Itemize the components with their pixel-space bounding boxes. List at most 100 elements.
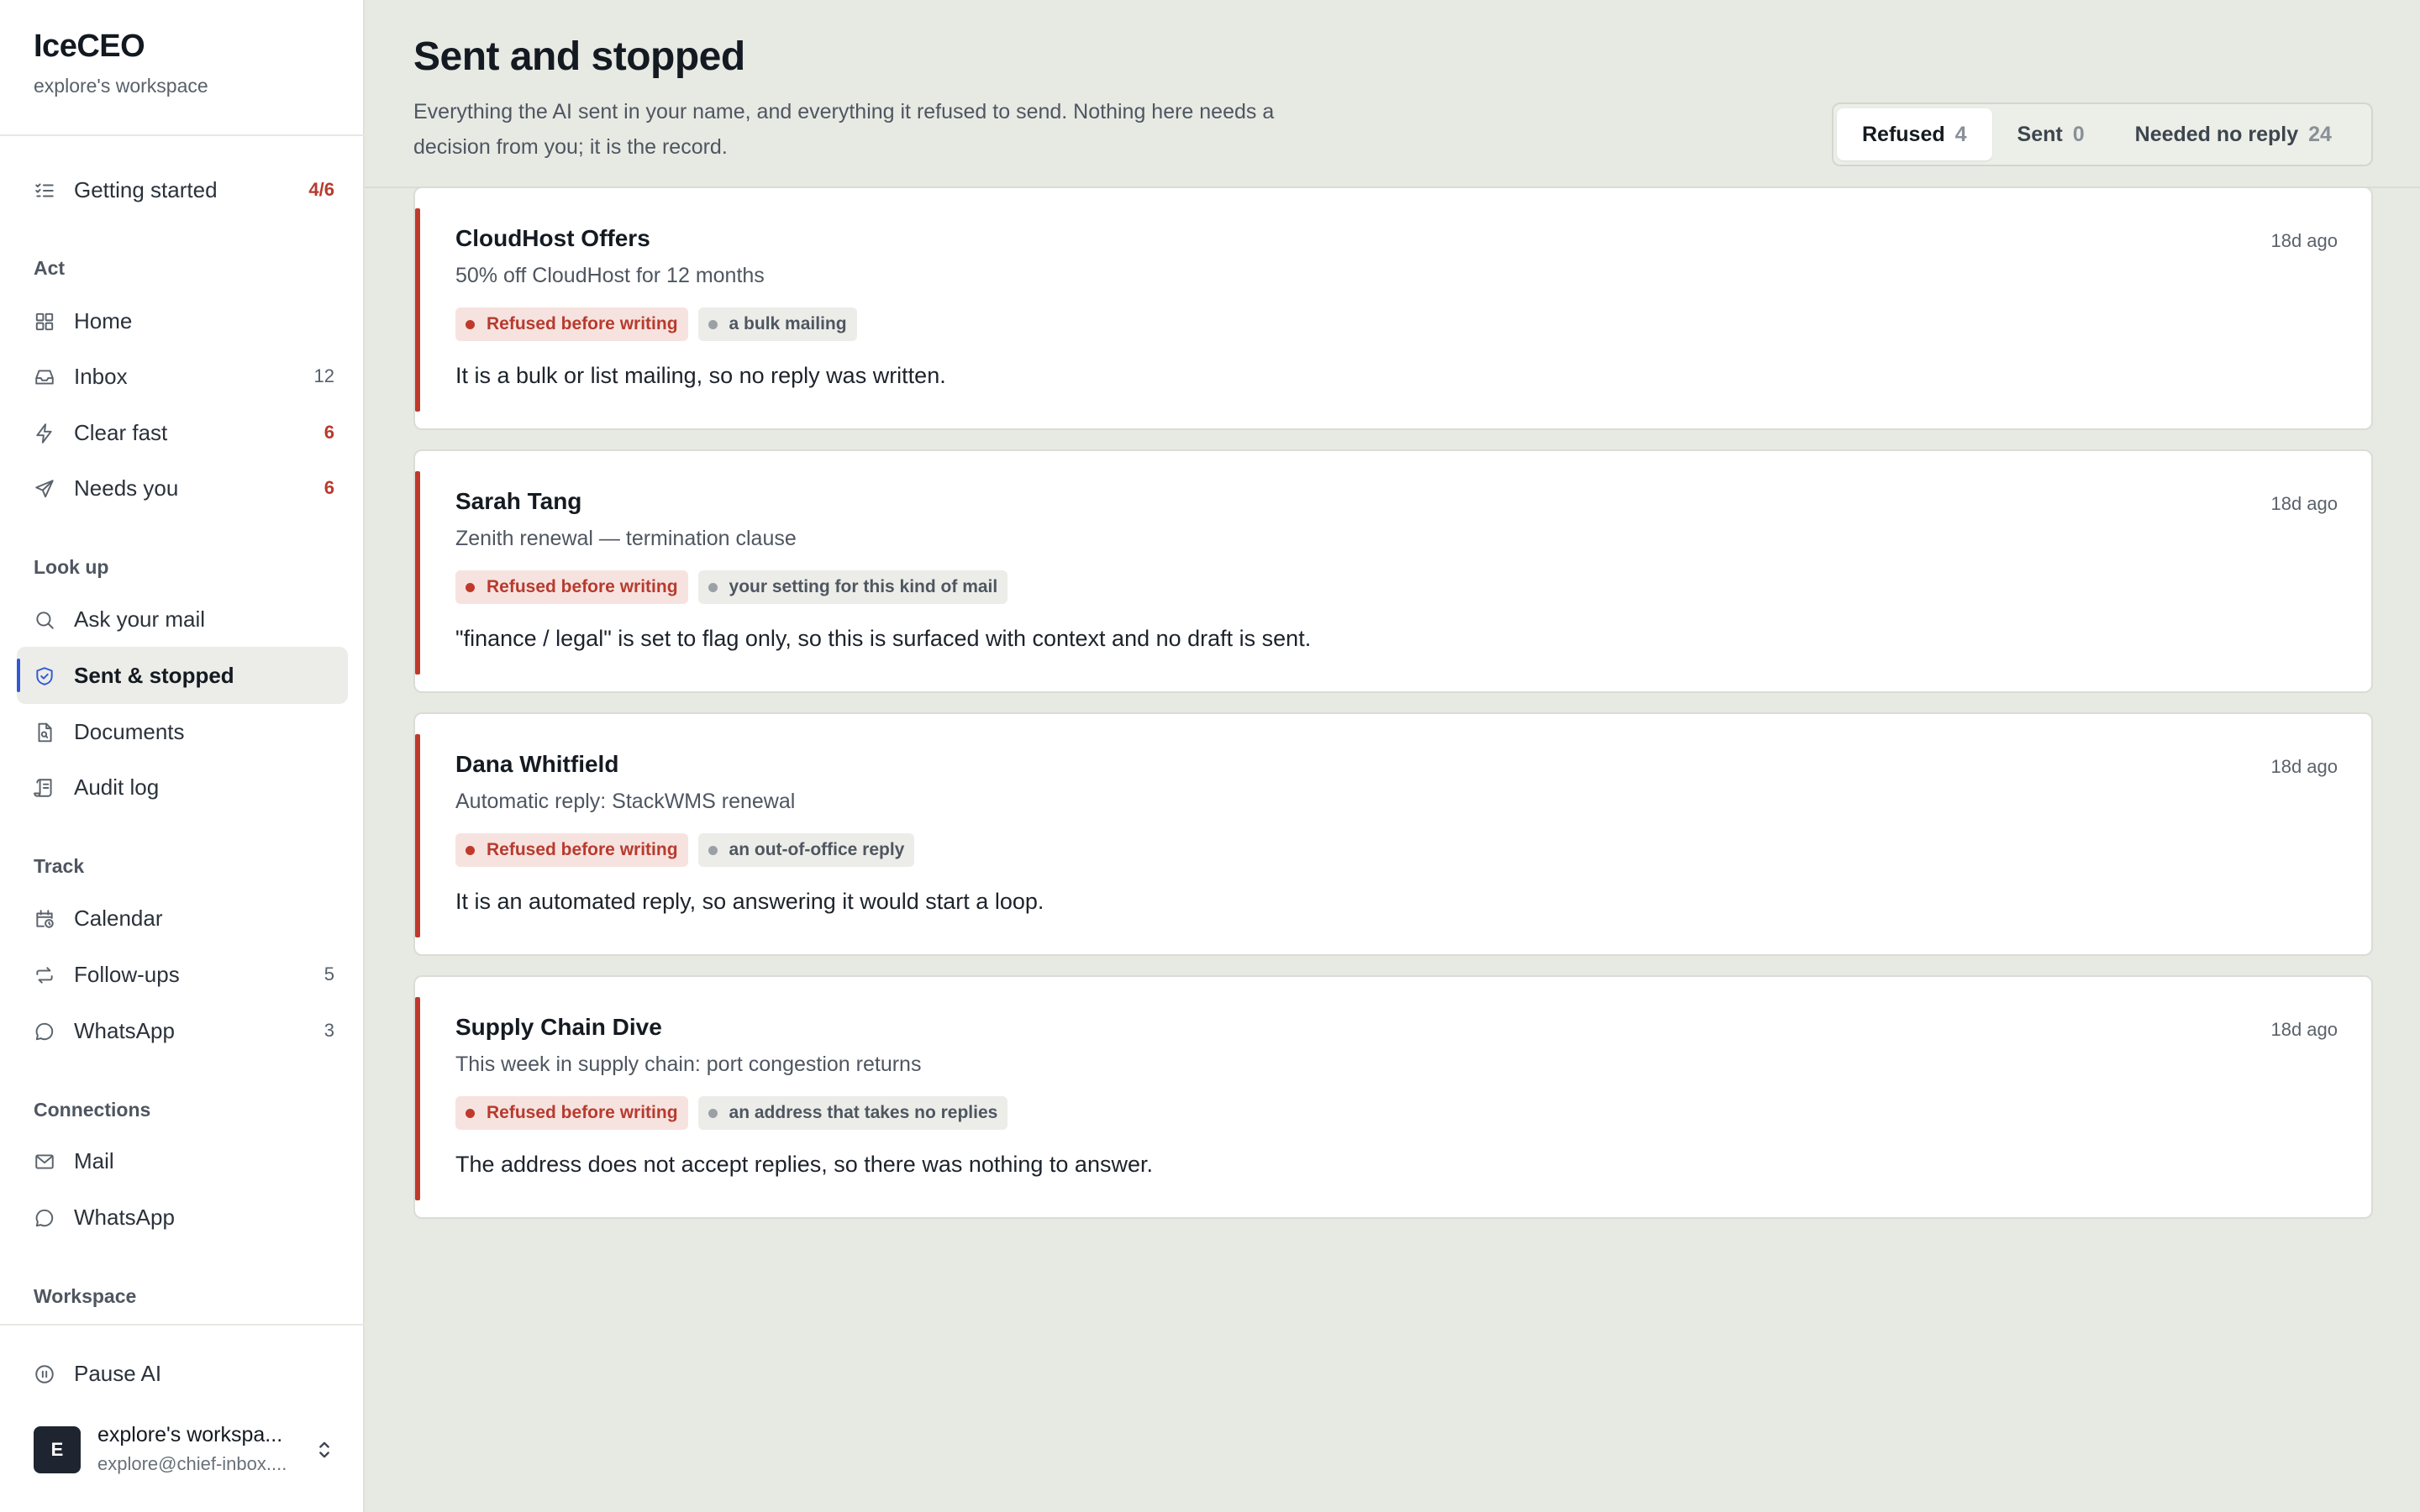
sidebar-item-whatsapp-connection[interactable]: WhatsApp [17,1189,348,1246]
inbox-count: 12 [313,365,334,386]
filter-tab-needed-no-reply[interactable]: Needed no reply 24 [2110,108,2357,160]
workspace-name: explore's workspace [34,75,208,97]
sidebar-item-label: Mail [74,1147,114,1173]
sidebar-item-label: Ask your mail [74,606,206,632]
reason-dot-icon [708,319,718,329]
sidebar-item-label: Clear fast [74,419,168,445]
reason-badge: an address that takes no replies [697,1096,1008,1130]
sidebar-item-inbox[interactable]: Inbox 12 [17,348,348,405]
chat-bubble-icon [34,1207,55,1229]
reason-badge: your setting for this kind of mail [697,570,1008,604]
filter-tab-count: 4 [1954,122,1967,146]
inbox-icon [34,366,55,388]
card-reason: It is an automated reply, so answering i… [455,889,1044,914]
section-label-workspace: Workspace [34,1285,137,1307]
needs-you-count: 6 [324,477,334,498]
lightning-icon [34,423,55,444]
sidebar-item-label: Getting started [74,176,218,202]
chevron-up-down-icon[interactable] [313,1438,336,1462]
page-description: Everything the AI sent in your name, and… [413,100,1275,159]
sidebar-item-clear-fast[interactable]: Clear fast 6 [17,404,348,461]
sidebar-item-needs-you[interactable]: Needs you 6 [17,459,348,517]
card-sender: Supply Chain Dive [455,1014,662,1040]
sidebar-item-label: Follow-ups [74,961,180,987]
sidebar-item-home[interactable]: Home [17,292,348,349]
whatsapp-count: 3 [324,1020,334,1041]
record-card[interactable]: Sarah Tang 18d ago Zenith renewal — term… [413,449,2373,693]
sidebar-item-whatsapp-track[interactable]: WhatsApp 3 [17,1002,348,1059]
scroll-icon [34,777,55,799]
document-icon [34,722,55,743]
sidebar-item-getting-started[interactable]: Getting started 4/6 [17,161,348,218]
card-reason: The address does not accept replies, so … [455,1152,1153,1177]
card-timestamp: 18d ago [2270,1019,2338,1040]
app-name: IceCEO [34,29,145,64]
brand: IceCEO explore's workspace [34,29,208,97]
card-timestamp: 18d ago [2270,493,2338,514]
card-tags: Refused before writing a bulk mailing [455,307,857,341]
mail-icon [34,1151,55,1173]
reason-dot-icon [708,1108,718,1118]
sidebar-item-documents[interactable]: Documents [17,703,348,760]
section-label-track: Track [34,855,85,877]
sidebar-item-mail[interactable]: Mail [17,1132,348,1189]
status-dot-icon [466,845,475,855]
calendar-clock-icon [34,908,55,930]
status-badge: Refused before writing [455,307,688,341]
sidebar-item-label: Calendar [74,905,163,931]
main-content: Sent and stopped Everything the AI sent … [365,0,2420,1512]
reason-dot-icon [708,845,718,855]
filter-tab-label: Needed no reply [2134,122,2299,146]
filter-tab-refused[interactable]: Refused 4 [1837,108,1992,160]
shield-icon [34,665,55,687]
record-card[interactable]: Dana Whitfield 18d ago Automatic reply: … [413,712,2373,956]
card-timestamp: 18d ago [2270,756,2338,777]
reason-badge-label: your setting for this kind of mail [729,577,998,596]
search-icon [34,609,55,631]
sidebar-item-label: Inbox [74,363,128,389]
section-label-act: Act [34,257,66,279]
send-icon [34,478,55,500]
sidebar-item-label: Home [74,307,133,333]
sidebar-item-label: WhatsApp [74,1017,175,1043]
sidebar-item-calendar[interactable]: Calendar [17,890,348,947]
grid-icon [34,311,55,333]
card-sender: Sarah Tang [455,488,582,514]
sidebar-item-label: Sent & stopped [74,662,234,688]
pause-ai-button[interactable]: Pause AI [17,1345,348,1402]
filter-tab-sent[interactable]: Sent 0 [1992,108,2110,160]
page-title: Sent and stopped [413,34,745,79]
status-badge-label: Refused before writing [487,1103,678,1122]
sidebar-item-follow-ups[interactable]: Follow-ups 5 [17,946,348,1003]
account-switcher[interactable]: E explore's workspa... explore@chief-inb… [34,1423,336,1477]
section-label-connections: Connections [34,1099,151,1121]
sidebar-item-audit-log[interactable]: Audit log [17,759,348,816]
record-card[interactable]: CloudHost Offers 18d ago 50% off CloudHo… [413,186,2373,430]
status-badge-label: Refused before writing [487,314,678,333]
refused-indicator-bar [415,997,420,1200]
filter-tab-count: 0 [2072,122,2085,146]
avatar: E [34,1426,81,1473]
account-name: explore's workspa... [97,1423,283,1446]
pause-icon [34,1363,55,1385]
sidebar-item-ask-your-mail[interactable]: Ask your mail [17,591,348,648]
refused-indicator-bar [415,208,420,412]
checklist-icon [34,180,55,202]
account-email: explore@chief-inbox.... [97,1453,287,1474]
card-subject: Zenith renewal — termination clause [455,527,797,550]
card-tags: Refused before writing your setting for … [455,570,1008,604]
section-label-look-up: Look up [34,556,109,578]
filter-segmented-control: Refused 4 Sent 0 Needed no reply 24 [1832,102,2373,166]
card-sender: Dana Whitfield [455,751,619,777]
reason-badge-label: a bulk mailing [729,314,847,333]
record-card[interactable]: Supply Chain Dive 18d ago This week in s… [413,975,2373,1219]
card-sender: CloudHost Offers [455,225,650,251]
sidebar-item-sent-and-stopped[interactable]: Sent & stopped [17,647,348,704]
card-subject: Automatic reply: StackWMS renewal [455,790,796,813]
status-badge: Refused before writing [455,833,688,867]
filter-tab-count: 24 [2308,122,2332,146]
sidebar-item-label: Audit log [74,774,160,800]
sidebar-item-label: Needs you [74,475,179,501]
card-reason: "finance / legal" is set to flag only, s… [455,626,1312,651]
reason-badge-label: an address that takes no replies [729,1103,998,1122]
